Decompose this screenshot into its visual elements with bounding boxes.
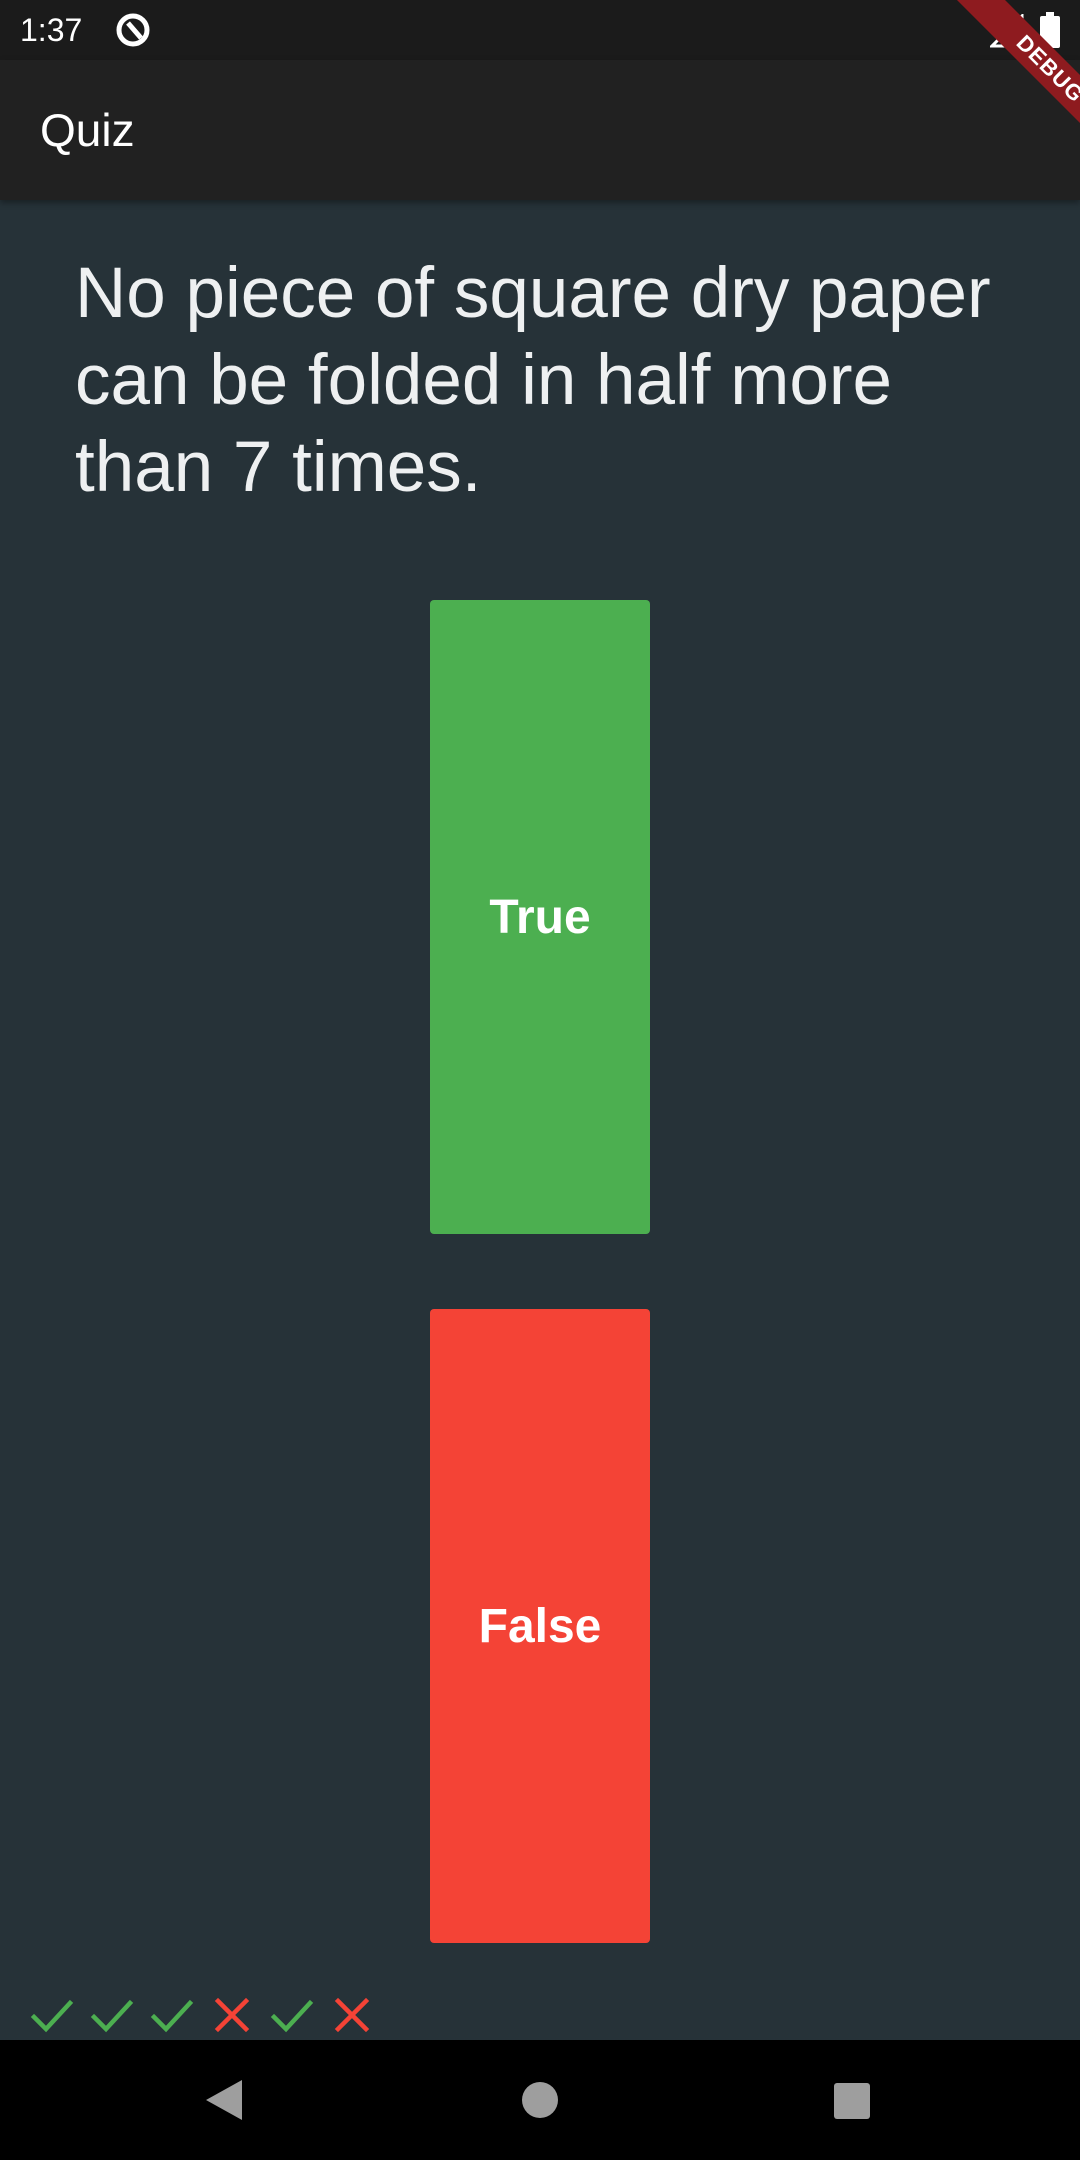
battery-icon [1040,12,1060,48]
check-icon [30,1999,74,2033]
true-button-label: True [489,890,591,944]
status-time: 1:37 [20,12,83,48]
check-icon [150,1999,194,2033]
navigation-bar [0,2040,1080,2160]
home-circle-icon[interactable] [521,2081,559,2119]
true-button[interactable]: True [430,600,650,1234]
check-icon [270,1999,314,2033]
recents-square-icon[interactable] [833,2082,871,2120]
false-button[interactable]: False [430,1309,650,1943]
check-icon [90,1999,134,2033]
page-title: Quiz [40,104,135,156]
signal-icon [990,14,1024,48]
false-button-label: False [478,1599,602,1653]
at-sign-icon [116,13,150,47]
close-icon [334,1997,370,2033]
score-keeper [30,1990,374,2040]
question-text: No piece of square dry paper can be fold… [75,254,991,507]
close-icon [214,1997,250,2033]
status-bar: 1:37 [0,0,1080,60]
back-triangle-icon[interactable] [204,2078,244,2122]
app-bar: Quiz [0,60,1080,200]
